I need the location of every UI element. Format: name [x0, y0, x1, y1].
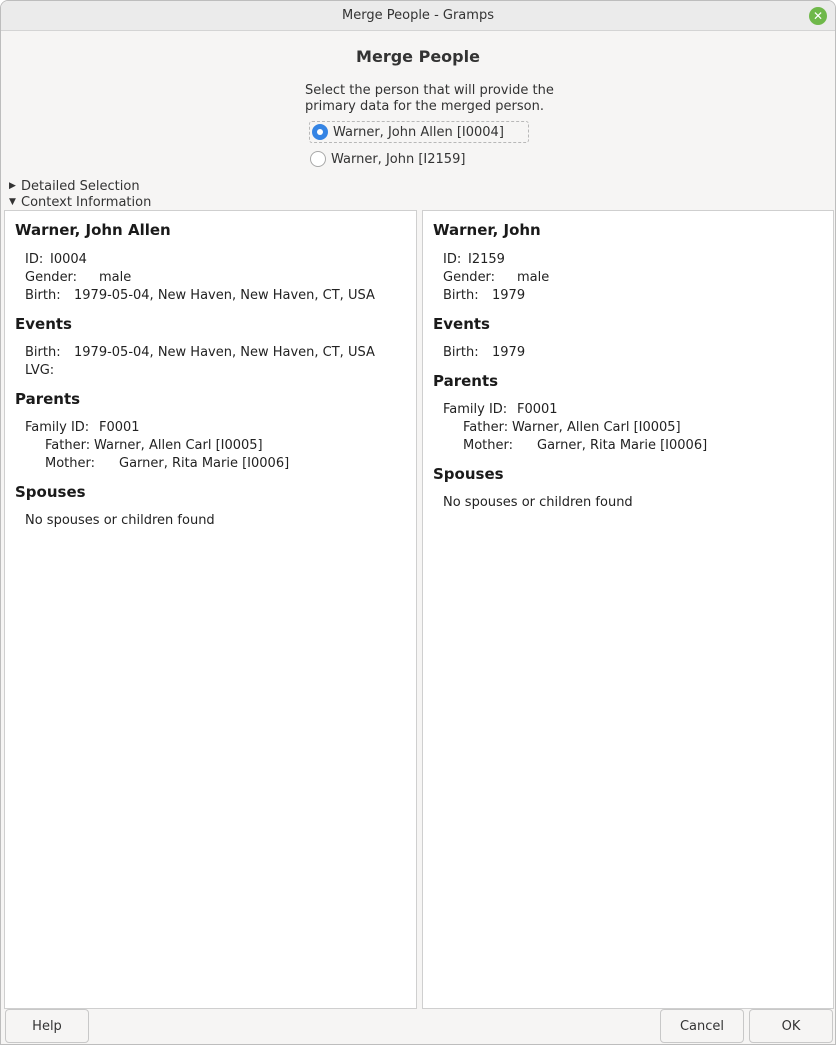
event-birth-value: 1979 — [492, 345, 526, 360]
mother-label: Mother: — [463, 438, 514, 453]
gender-label: Gender: — [25, 270, 78, 285]
radio-unselected-icon[interactable] — [310, 151, 326, 167]
right-context-pane[interactable]: Warner, John ID: I2159 Gender: male Birt… — [422, 210, 834, 1009]
events-heading: Events — [15, 315, 72, 333]
family-id-label: Family ID: — [443, 402, 508, 417]
option-person-1-label[interactable]: Warner, John Allen [I0004] — [333, 125, 504, 140]
window-title: Merge People - Gramps — [342, 8, 494, 23]
id-label: ID: — [443, 252, 462, 267]
family-id-value: F0001 — [517, 402, 558, 417]
spouses-heading: Spouses — [433, 465, 504, 483]
person-name: Warner, John Allen — [15, 221, 171, 239]
context-information-label[interactable]: Context Information — [21, 195, 151, 210]
gender-value: male — [99, 270, 132, 285]
event-lvg-label: LVG: — [25, 363, 55, 378]
merge-people-window: Merge People - Gramps ✕ Merge People Sel… — [0, 0, 836, 1045]
birth-label: Birth: — [25, 288, 61, 303]
close-icon[interactable]: ✕ — [809, 7, 827, 25]
father-value: Warner, Allen Carl [I0005] — [512, 420, 681, 435]
mother-value: Garner, Rita Marie [I0006] — [119, 456, 290, 471]
radio-selected-icon[interactable] — [312, 124, 328, 140]
id-value: I2159 — [468, 252, 505, 267]
detailed-selection-expander[interactable]: ▶ Detailed Selection — [9, 178, 140, 194]
spouses-heading: Spouses — [15, 483, 86, 501]
ok-button[interactable]: OK — [749, 1009, 833, 1043]
triangle-down-icon: ▼ — [9, 197, 16, 207]
option-person-2-label[interactable]: Warner, John [I2159] — [331, 152, 465, 167]
father-label: Father: — [463, 420, 509, 435]
id-label: ID: — [25, 252, 44, 267]
family-id-label: Family ID: — [25, 420, 90, 435]
option-person-2[interactable]: Warner, John [I2159] — [310, 148, 465, 170]
context-information-expander[interactable]: ▼ Context Information — [9, 194, 151, 210]
father-label: Father: — [45, 438, 91, 453]
family-id-value: F0001 — [99, 420, 140, 435]
id-value: I0004 — [50, 252, 87, 267]
event-birth-label: Birth: — [443, 345, 479, 360]
father-value: Warner, Allen Carl [I0005] — [94, 438, 263, 453]
detailed-selection-label[interactable]: Detailed Selection — [21, 179, 140, 194]
triangle-right-icon: ▶ — [9, 181, 16, 191]
birth-value: 1979 — [492, 288, 526, 303]
event-birth-label: Birth: — [25, 345, 61, 360]
cancel-button[interactable]: Cancel — [660, 1009, 744, 1043]
help-button[interactable]: Help — [5, 1009, 89, 1043]
dialog-button-bar: Help Cancel OK — [1, 1009, 835, 1044]
parents-heading: Parents — [433, 372, 499, 390]
birth-value: 1979-05-04, New Haven, New Haven, CT, US… — [74, 288, 375, 303]
left-context-pane[interactable]: Warner, John Allen ID: I0004 Gender: mal… — [4, 210, 417, 1009]
spouses-text: No spouses or children found — [25, 513, 215, 528]
gender-value: male — [517, 270, 550, 285]
person-name: Warner, John — [433, 221, 541, 239]
parents-heading: Parents — [15, 390, 81, 408]
events-heading: Events — [433, 315, 490, 333]
birth-label: Birth: — [443, 288, 479, 303]
gender-label: Gender: — [443, 270, 496, 285]
dialog-instructions: Select the person that will provide the … — [305, 83, 554, 114]
spouses-text: No spouses or children found — [443, 495, 633, 510]
option-person-1[interactable]: Warner, John Allen [I0004] — [309, 121, 529, 143]
mother-value: Garner, Rita Marie [I0006] — [537, 438, 708, 453]
title-bar: Merge People - Gramps ✕ — [1, 1, 835, 31]
mother-label: Mother: — [45, 456, 96, 471]
dialog-heading: Merge People — [356, 47, 480, 66]
event-birth-value: 1979-05-04, New Haven, New Haven, CT, US… — [74, 345, 375, 360]
